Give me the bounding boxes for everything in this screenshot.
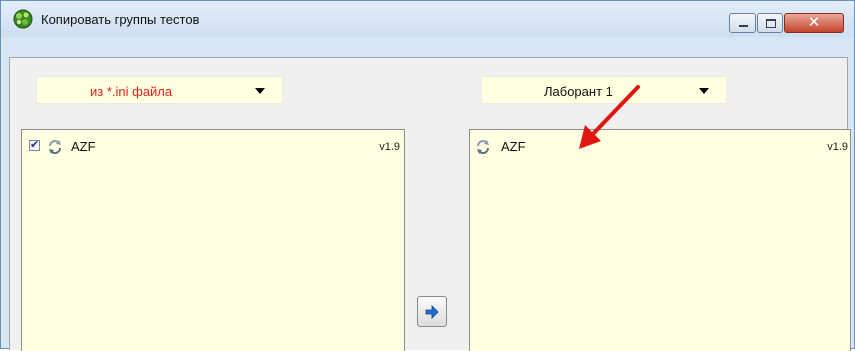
title-bar: Копировать группы тестов ✕ — [1, 1, 854, 37]
maximize-button[interactable] — [757, 13, 783, 33]
copy-to-target-button[interactable] — [417, 296, 447, 327]
refresh-icon — [477, 140, 489, 154]
item-version: v1.9 — [827, 141, 848, 153]
dialog-body: из *.ini файла Лаборант 1 ✔ AZF v1.9 AZF… — [9, 57, 851, 351]
green-molecule-icon — [13, 9, 33, 29]
copy-test-groups-window: Копировать группы тестов ✕ из *.ini файл… — [0, 0, 855, 351]
dropdown-arrow-icon[interactable] — [255, 88, 265, 94]
close-button[interactable]: ✕ — [784, 13, 844, 33]
dropdown-arrow-icon[interactable] — [699, 88, 709, 94]
item-checkbox[interactable]: ✔ — [29, 138, 40, 151]
red-annotation-arrow-icon — [579, 85, 640, 149]
checkmark-icon: ✔ — [30, 138, 40, 151]
source-combobox[interactable]: из *.ini файла — [36, 76, 283, 104]
item-name: AZF — [501, 139, 526, 154]
source-combobox-value: из *.ini файла — [90, 84, 173, 99]
item-version: v1.9 — [379, 141, 400, 153]
list-item[interactable]: ✔ AZF v1.9 — [22, 138, 404, 156]
window-title: Копировать группы тестов — [41, 12, 200, 27]
minimize-button[interactable] — [729, 13, 756, 33]
arrow-right-icon — [425, 305, 439, 319]
source-group-list[interactable]: ✔ AZF v1.9 — [21, 129, 405, 351]
refresh-icon — [49, 140, 61, 154]
target-group-list[interactable]: AZF v1.9 — [469, 129, 851, 351]
item-name: AZF — [71, 139, 96, 154]
close-icon: ✕ — [807, 13, 821, 31]
list-item[interactable]: AZF v1.9 — [470, 138, 850, 156]
